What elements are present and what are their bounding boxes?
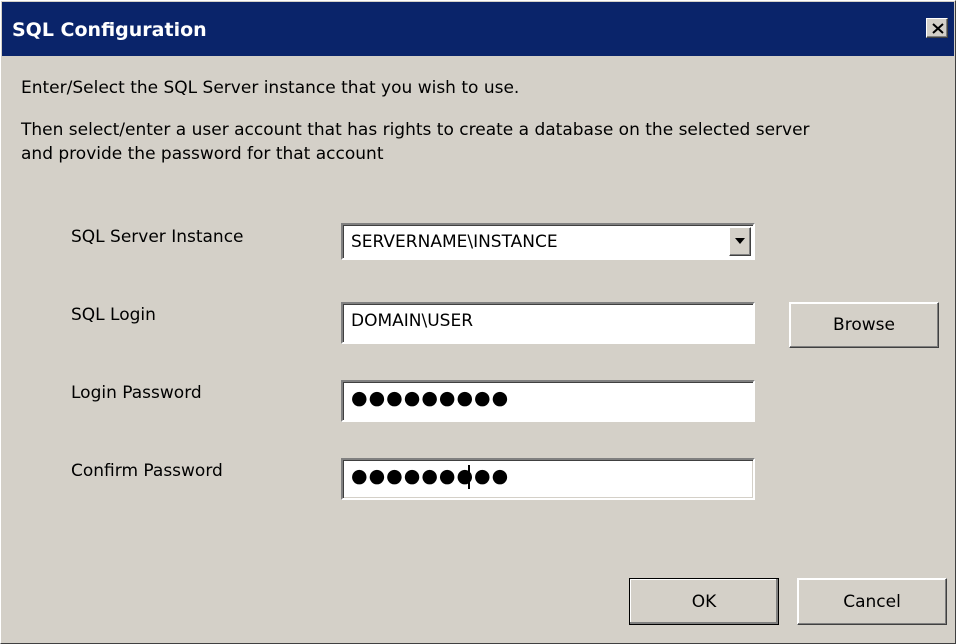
close-button[interactable] <box>926 18 948 38</box>
confirm-password-value: ●●●●●●●●● <box>351 465 510 487</box>
browse-button[interactable]: Browse <box>789 302 939 348</box>
instruction-text: Enter/Select the SQL Server instance tha… <box>21 78 520 98</box>
sql-server-instance-combobox[interactable]: SERVERNAME\INSTANCE <box>341 223 755 260</box>
cancel-button[interactable]: Cancel <box>797 578 947 625</box>
confirm-password-input[interactable]: ●●●●●●●●● <box>341 458 755 500</box>
instruction-text: and provide the password for that accoun… <box>21 144 384 164</box>
cancel-button-label: Cancel <box>843 591 901 612</box>
close-icon <box>932 23 944 34</box>
chevron-down-icon <box>735 238 745 244</box>
ok-button[interactable]: OK <box>629 578 779 625</box>
sql-server-instance-value: SERVERNAME\INSTANCE <box>351 232 558 252</box>
sql-configuration-dialog: SQL Configuration Enter/Select the SQL S… <box>0 0 956 644</box>
browse-button-label: Browse <box>833 315 895 335</box>
sql-login-input[interactable]: DOMAIN\USER <box>341 302 755 344</box>
dialog-title: SQL Configuration <box>12 19 207 41</box>
sql-login-label: SQL Login <box>71 305 156 325</box>
title-bar[interactable]: SQL Configuration <box>2 2 954 56</box>
login-password-input[interactable]: ●●●●●●●●● <box>341 380 755 422</box>
login-password-label: Login Password <box>71 383 202 403</box>
login-password-value: ●●●●●●●●● <box>351 387 510 409</box>
text-cursor <box>468 465 470 489</box>
confirm-password-label: Confirm Password <box>71 461 223 481</box>
ok-button-label: OK <box>691 591 717 612</box>
instruction-text: Then select/enter a user account that ha… <box>21 120 810 140</box>
sql-server-instance-dropdown-button[interactable] <box>729 227 751 256</box>
sql-server-instance-label: SQL Server Instance <box>71 227 244 247</box>
sql-login-value: DOMAIN\USER <box>351 311 474 331</box>
